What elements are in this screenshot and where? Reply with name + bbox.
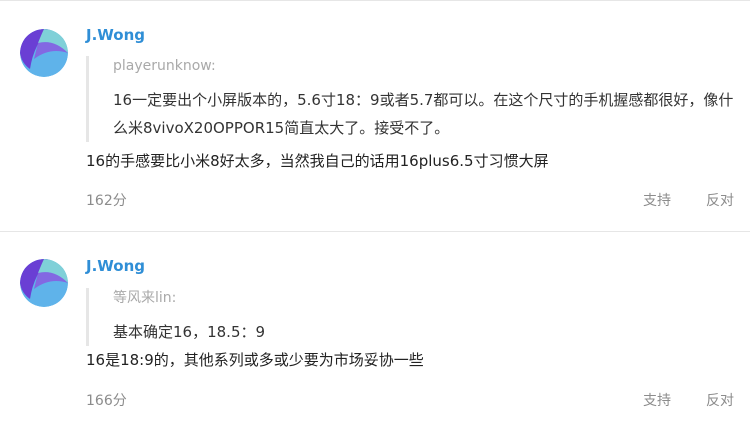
comment-item: J.Wong 等风来lin: 基本确定16，18.5：9 16是18:9的，其他… — [0, 232, 750, 434]
oppose-button[interactable]: 反对 — [706, 190, 734, 210]
avatar[interactable] — [20, 29, 68, 77]
quote-author: 等风来lin: — [113, 290, 177, 306]
quote-block: 等风来lin: 基本确定16，18.5：9 — [86, 288, 740, 346]
username[interactable]: J.Wong — [86, 26, 145, 44]
quote-text: 基本确定16，18.5：9 — [113, 323, 266, 341]
quote-author: playerunknow: — [113, 58, 216, 74]
comment-item: J.Wong playerunknow: 16一定要出个小屏版本的，5.6寸18… — [0, 0, 750, 231]
quote-block: playerunknow: 16一定要出个小屏版本的，5.6寸18：9或者5.7… — [86, 56, 740, 142]
score: 166分 — [86, 393, 127, 409]
support-button[interactable]: 支持 — [643, 390, 671, 410]
avatar-logo-icon — [20, 259, 68, 307]
oppose-button[interactable]: 反对 — [706, 390, 734, 410]
support-button[interactable]: 支持 — [643, 190, 671, 210]
username[interactable]: J.Wong — [86, 257, 145, 275]
reply-text: 16是18:9的，其他系列或多或少要为市场妥协一些 — [86, 351, 424, 369]
avatar[interactable] — [20, 259, 68, 307]
comment-thread: J.Wong playerunknow: 16一定要出个小屏版本的，5.6寸18… — [0, 0, 750, 434]
avatar-logo-icon — [20, 29, 68, 77]
quote-text: 16一定要出个小屏版本的，5.6寸18：9或者5.7都可以。在这个尺寸的手机握感… — [113, 91, 734, 137]
reply-text: 16的手感要比小米8好太多，当然我自己的话用16plus6.5寸习惯大屏 — [86, 152, 549, 170]
score: 162分 — [86, 193, 127, 209]
